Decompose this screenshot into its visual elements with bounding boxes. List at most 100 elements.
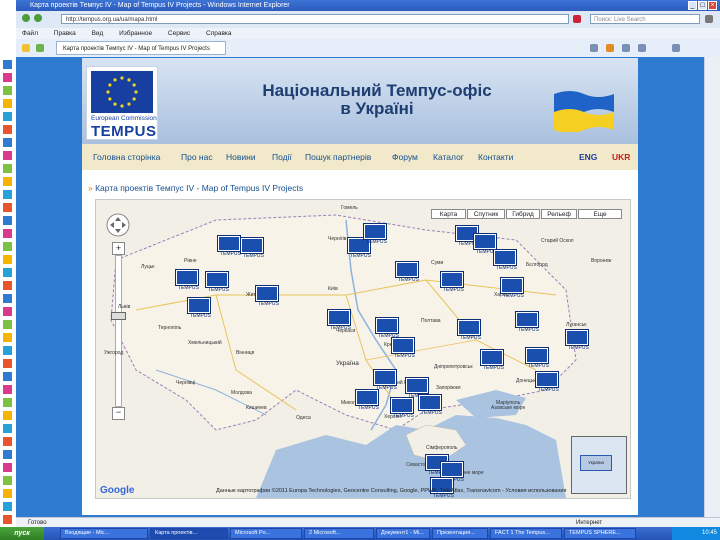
nav-about[interactable]: Про нас [181,152,213,162]
project-marker[interactable] [188,298,210,313]
taskbar-item[interactable]: Документ1 - Mi... [376,528,430,539]
project-marker[interactable] [441,462,463,477]
menu-view[interactable]: Вид [92,30,104,37]
google-map[interactable]: Карта Спутник Гибрид Рельеф Еще + − Гоме… [95,199,631,499]
zoom-in-button[interactable]: + [112,242,125,255]
project-marker[interactable] [391,398,413,413]
taskbar-item[interactable]: FACT 1 The Tempus... [490,528,562,539]
project-marker-label: TEMPUS [538,387,559,393]
project-marker[interactable] [218,236,240,251]
page-menu-icon[interactable] [638,44,646,52]
tools-menu-icon[interactable] [672,44,680,52]
project-marker[interactable] [328,310,350,325]
back-icon[interactable] [22,14,30,22]
project-marker[interactable] [376,318,398,333]
nav-news[interactable]: Новини [226,152,256,162]
menu-favorites[interactable]: Избранное [119,30,152,37]
map-label: Вінниця [236,350,255,356]
nav-partner-search[interactable]: Пошук партнерів [305,152,371,162]
pan-control-icon[interactable] [105,212,131,238]
forward-icon[interactable] [34,14,42,22]
taskbar-item[interactable]: Microsoft Po... [230,528,302,539]
url-input[interactable]: http://tempus.org.ua/ua/mapa.html [61,14,569,24]
map-type-map-button[interactable]: Карта [431,209,466,219]
project-marker[interactable] [516,312,538,327]
decorative-square [3,177,12,186]
map-type-satellite-button[interactable]: Спутник [467,209,505,219]
project-marker[interactable] [392,338,414,353]
zoom-out-button[interactable]: − [112,407,125,420]
project-marker[interactable] [396,262,418,277]
project-marker[interactable] [364,224,386,239]
project-marker[interactable] [441,272,463,287]
project-marker[interactable] [474,234,496,249]
project-marker[interactable] [494,250,516,265]
project-marker[interactable] [458,320,480,335]
start-button[interactable]: пуск [0,527,44,540]
add-favorite-icon[interactable] [36,44,44,52]
map-label: Рівне [184,258,197,264]
nav-contacts[interactable]: Контакти [478,152,513,162]
nav-forum[interactable]: Форум [392,152,418,162]
menu-tools[interactable]: Сервис [168,30,190,37]
project-marker[interactable] [374,370,396,385]
map-label: Молдова [231,390,252,396]
map-label: Донецьк [516,378,536,384]
decorative-square [3,424,12,433]
project-marker[interactable] [406,378,428,393]
favorites-star-icon[interactable] [22,44,30,52]
decorative-square [3,411,12,420]
menu-help[interactable]: Справка [206,30,232,37]
project-marker[interactable] [241,238,263,253]
project-marker[interactable] [526,348,548,363]
lang-uk-link[interactable]: UKR [612,152,630,162]
project-marker[interactable] [176,270,198,285]
project-marker[interactable] [501,278,523,293]
map-type-more-button[interactable]: Еще [578,209,622,219]
map-copyright[interactable]: Данные картографии ©2011 Europa Technolo… [216,488,566,494]
search-icon[interactable] [705,15,713,23]
project-marker-label: TEMPUS [496,265,517,271]
overview-map[interactable]: Україна [571,436,627,494]
map-label: Суми [431,260,444,266]
project-marker-label: TEMPUS [258,301,279,307]
close-button[interactable]: × [708,1,717,10]
project-marker[interactable] [419,395,441,410]
vertical-scrollbar[interactable] [704,57,720,517]
rss-icon[interactable] [606,44,614,52]
project-marker[interactable] [566,330,588,345]
search-input[interactable]: Поиск: Live Search [590,14,700,24]
google-logo[interactable]: Google [100,485,134,496]
tempus-logo[interactable]: European Commission TEMPUS [86,66,158,140]
decorative-square [3,138,12,147]
menu-file[interactable]: Файл [22,30,38,37]
browser-tab[interactable]: Карта проектів Темпус IV - Map of Tempus… [56,41,226,55]
system-tray: 10:45 [672,527,720,540]
taskbar-item[interactable]: Презентация... [432,528,488,539]
map-label: Азовське море [491,405,526,411]
minimize-button[interactable]: _ [688,1,697,10]
nav-events[interactable]: Події [272,152,292,162]
menu-edit[interactable]: Правка [54,30,76,37]
taskbar-item[interactable]: Входящие - Mic... [60,528,148,539]
home-icon[interactable] [590,44,598,52]
zoom-slider[interactable] [115,255,122,407]
lang-en-link[interactable]: ENG [579,152,597,162]
taskbar-item[interactable]: TEMPUS SPHERE... [564,528,636,539]
project-marker[interactable] [536,372,558,387]
map-type-hybrid-button[interactable]: Гибрид [506,209,540,219]
project-marker[interactable] [256,286,278,301]
zoom-slider-handle[interactable] [111,312,126,320]
maximize-button[interactable]: □ [698,1,707,10]
nav-home[interactable]: Головна сторінка [93,152,160,162]
decorative-square [3,203,12,212]
stop-icon[interactable] [573,15,581,23]
taskbar-item[interactable]: Карта проектів... [150,528,228,539]
print-icon[interactable] [622,44,630,52]
project-marker[interactable] [481,350,503,365]
taskbar-item[interactable]: 2 Microsoft... [304,528,374,539]
project-marker[interactable] [356,390,378,405]
map-type-terrain-button[interactable]: Рельеф [541,209,577,219]
project-marker[interactable] [206,272,228,287]
nav-catalog[interactable]: Каталог [433,152,464,162]
